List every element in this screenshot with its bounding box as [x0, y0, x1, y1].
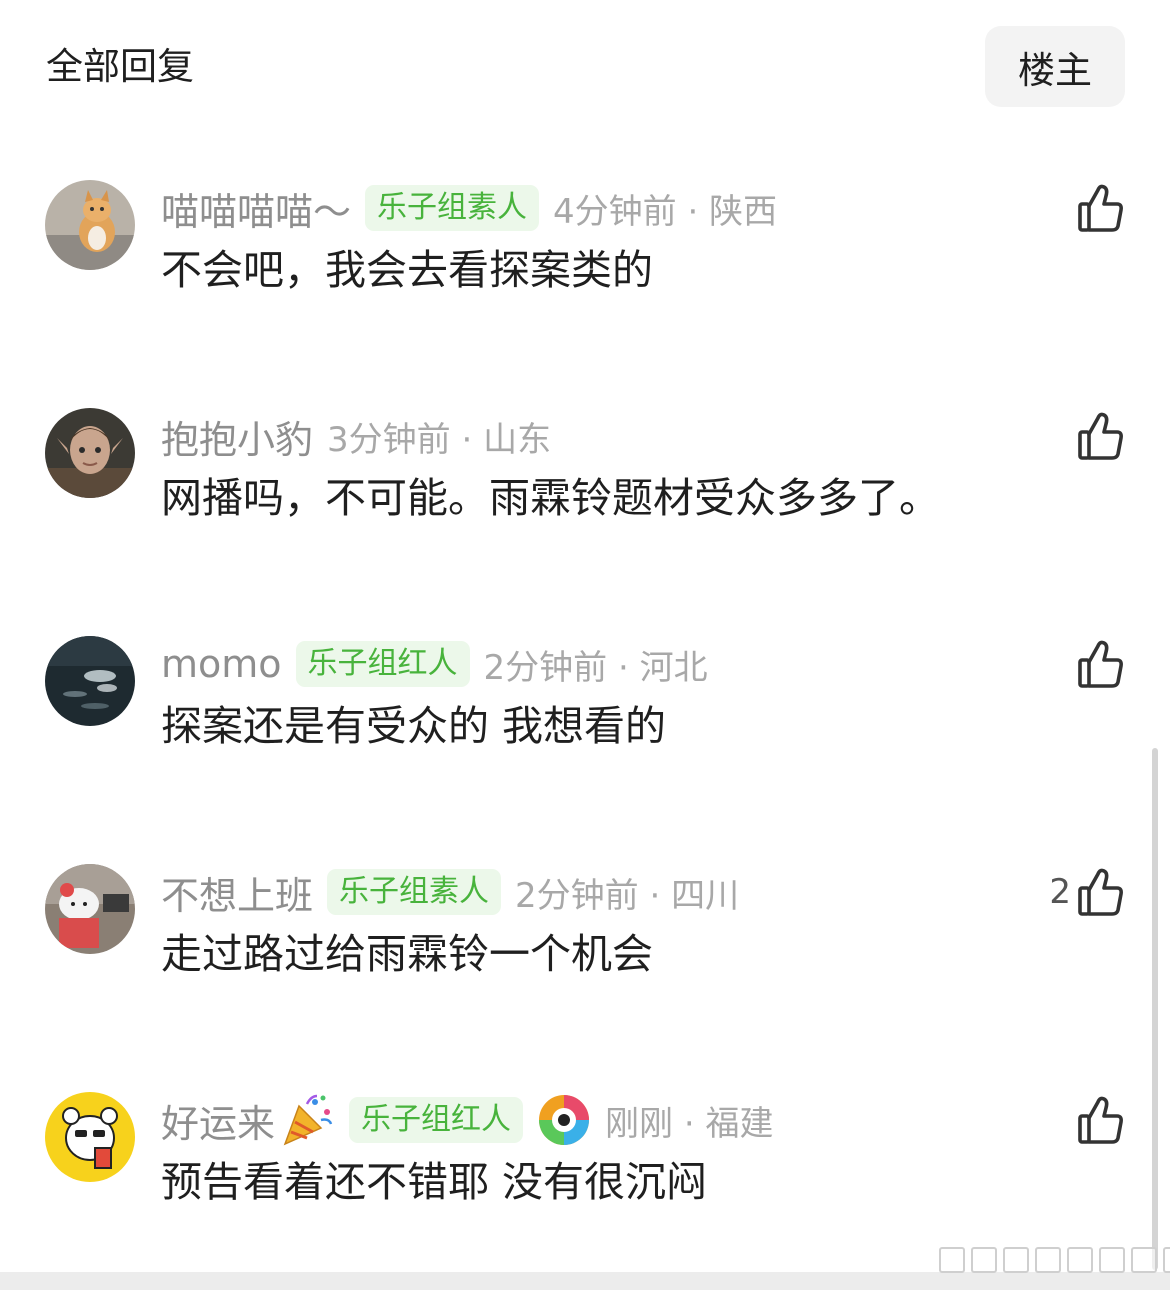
avatar[interactable] — [45, 408, 135, 498]
like-button[interactable]: 2 — [1049, 864, 1125, 920]
like-button[interactable] — [1077, 636, 1125, 692]
like-button[interactable] — [1077, 408, 1125, 464]
user-badge: 乐子组红人 — [349, 1097, 524, 1143]
replies-header: 全部回复 楼主 — [0, 0, 1170, 130]
comment-item: 好运来 乐子组红人 刚刚 · 福建 预告看着还不错耶 没有很沉闷 — [0, 1092, 1150, 1242]
time-location: 2分钟前 · 河北 — [483, 647, 708, 688]
comment-item: 抱抱小豹 3分钟前 · 山东 网播吗，不可能。雨霖铃题材受众多多了。 — [0, 408, 1150, 558]
time-location: 2分钟前 · 四川 — [515, 875, 740, 916]
avatar[interactable] — [45, 636, 135, 726]
user-badge: 乐子组素人 — [365, 185, 540, 231]
comment-meta: 好运来 乐子组红人 刚刚 · 福建 — [161, 1092, 773, 1148]
avatar[interactable] — [45, 180, 135, 270]
watermark — [939, 1247, 1170, 1273]
like-button[interactable] — [1077, 180, 1125, 236]
comment-item: 喵喵喵喵～ 乐子组素人 4分钟前 · 陕西 不会吧，我会去看探案类的 — [0, 180, 1150, 330]
scrollbar[interactable] — [1152, 748, 1158, 1270]
time-location: 4分钟前 · 陕西 — [553, 191, 778, 232]
thumbs-up-icon — [1078, 1096, 1123, 1144]
comment-item: 不想上班 乐子组素人 2分钟前 · 四川 走过路过给雨霖铃一个机会 2 — [0, 864, 1150, 1014]
time-location: 3分钟前 · 山东 — [327, 419, 552, 460]
comment-meta: 抱抱小豹 3分钟前 · 山东 — [161, 408, 551, 464]
party-popper-icon — [283, 1094, 333, 1146]
thumbs-up-icon — [1078, 184, 1123, 232]
time-location: 刚刚 · 福建 — [605, 1103, 774, 1144]
comment-text: 不会吧，我会去看探案类的 — [161, 246, 653, 294]
comment-text: 预告看着还不错耶 没有很沉闷 — [161, 1158, 708, 1206]
avatar[interactable] — [45, 864, 135, 954]
bottom-divider — [0, 1272, 1170, 1290]
comment-text: 走过路过给雨霖铃一个机会 — [161, 930, 653, 978]
thumbs-up-icon — [1078, 868, 1123, 916]
comment-text: 探案还是有受众的 我想看的 — [161, 702, 667, 750]
username[interactable]: 喵喵喵喵～ — [161, 181, 351, 236]
colorful-badge-icon — [539, 1095, 590, 1145]
thumbs-up-icon — [1078, 412, 1123, 460]
user-badge: 乐子组素人 — [327, 869, 502, 915]
comment-item: momo 乐子组红人 2分钟前 · 河北 探案还是有受众的 我想看的 — [0, 636, 1150, 786]
avatar[interactable] — [45, 1092, 135, 1182]
comment-text: 网播吗，不可能。雨霖铃题材受众多多了。 — [161, 474, 940, 522]
username[interactable]: 好运来 — [161, 1093, 275, 1148]
username[interactable]: 抱抱小豹 — [161, 409, 313, 464]
op-only-filter-button[interactable]: 楼主 — [985, 26, 1125, 107]
like-button[interactable] — [1077, 1092, 1125, 1148]
username[interactable]: momo — [161, 642, 282, 686]
comment-meta: 不想上班 乐子组素人 2分钟前 · 四川 — [161, 864, 739, 920]
section-title: 全部回复 — [46, 45, 194, 88]
thumbs-up-icon — [1078, 640, 1123, 688]
comment-meta: 喵喵喵喵～ 乐子组素人 4分钟前 · 陕西 — [161, 180, 777, 236]
comment-meta: momo 乐子组红人 2分钟前 · 河北 — [161, 636, 708, 692]
username[interactable]: 不想上班 — [161, 865, 313, 920]
like-count: 2 — [1049, 872, 1071, 912]
user-badge: 乐子组红人 — [295, 641, 470, 687]
